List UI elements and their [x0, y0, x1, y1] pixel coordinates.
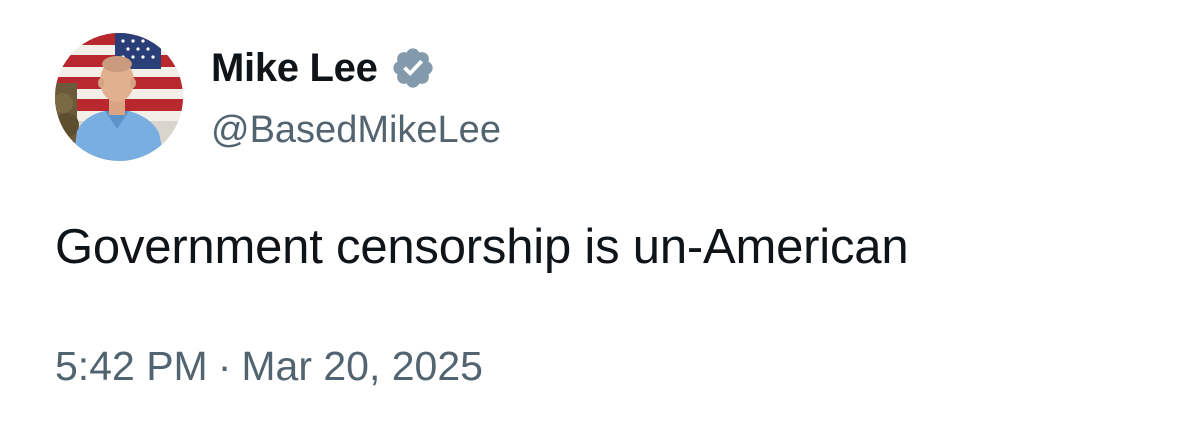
author-display-name[interactable]: Mike Lee — [211, 40, 378, 96]
tweet-timestamp[interactable]: 5:42 PM · Mar 20, 2025 — [55, 338, 483, 394]
avatar-image — [55, 33, 183, 161]
verified-badge-icon[interactable] — [390, 45, 436, 91]
avatar[interactable] — [55, 33, 183, 161]
tweet-date: Mar 20, 2025 — [241, 343, 483, 389]
tweet-time: 5:42 PM — [55, 343, 208, 389]
author-handle[interactable]: @BasedMikeLee — [211, 104, 501, 156]
tweet-text: Government censorship is un-American — [55, 220, 909, 274]
tweet-card: Mike Lee @BasedMikeLee Government censor… — [0, 0, 1200, 444]
timestamp-separator: · — [217, 343, 232, 389]
author-name-row: Mike Lee — [211, 40, 436, 96]
